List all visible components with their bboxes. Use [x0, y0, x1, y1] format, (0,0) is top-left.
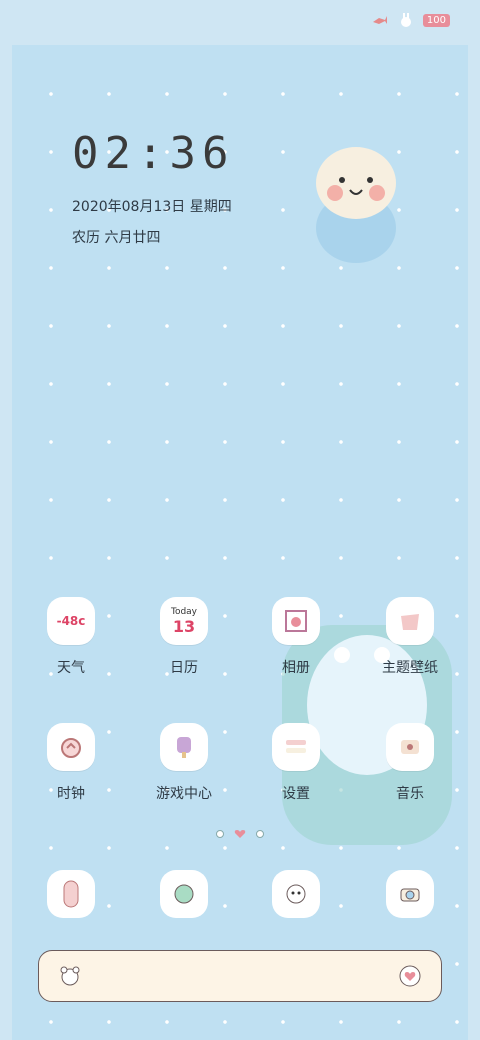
lunar-date-text: 农历 六月廿四 — [72, 230, 161, 246]
dog-sticker-icon — [316, 147, 396, 263]
clock-icon — [47, 723, 95, 771]
weather-badge: -48c — [56, 614, 86, 628]
settings-icon — [272, 723, 320, 771]
app-label: 游戏中心 — [156, 786, 212, 802]
bear-icon — [60, 966, 80, 986]
fish-icon — [372, 16, 387, 24]
calendar-icon: Today 13 — [160, 597, 208, 645]
app-weather[interactable]: -48c 天气 — [31, 597, 111, 677]
calendar-today: Today — [170, 606, 198, 617]
heart-chat-icon[interactable] — [397, 963, 423, 989]
search-bar[interactable] — [38, 950, 442, 1002]
date-text: 2020年08月13日 星期四 — [72, 199, 232, 215]
app-label: 设置 — [282, 786, 310, 802]
app-label: 相册 — [282, 660, 310, 676]
app-clock[interactable]: 时钟 — [31, 723, 111, 803]
battery-badge: 100 — [422, 13, 450, 27]
theme-icon — [386, 597, 434, 645]
bunny-icon — [400, 13, 411, 27]
app-settings[interactable]: 设置 — [256, 723, 336, 803]
dock-messages-icon[interactable] — [160, 870, 208, 918]
app-label: 天气 — [57, 660, 85, 676]
app-music[interactable]: 音乐 — [370, 723, 450, 803]
game-center-icon — [160, 723, 208, 771]
app-label: 日历 — [170, 660, 198, 676]
dock-camera-icon[interactable] — [386, 870, 434, 918]
page-dot[interactable] — [256, 830, 264, 838]
status-bar: 100 — [371, 12, 450, 28]
gallery-icon — [272, 597, 320, 645]
heart-icon[interactable] — [234, 829, 246, 839]
app-label: 主题壁纸 — [382, 660, 438, 676]
app-label: 时钟 — [57, 786, 85, 802]
app-theme[interactable]: 主题壁纸 — [370, 597, 450, 677]
music-icon — [386, 723, 434, 771]
dock-phone-icon[interactable] — [47, 870, 95, 918]
app-gallery[interactable]: 相册 — [256, 597, 336, 677]
app-calendar[interactable]: Today 13 日历 — [144, 597, 224, 677]
app-game-center[interactable]: 游戏中心 — [144, 723, 224, 803]
app-label: 音乐 — [396, 786, 424, 802]
clock-time[interactable]: 02:36 — [72, 128, 234, 179]
calendar-day: 13 — [172, 616, 196, 636]
weather-icon: -48c — [47, 597, 95, 645]
page-indicator — [0, 829, 480, 839]
page-dot[interactable] — [216, 830, 224, 838]
dock-browser-icon[interactable] — [272, 870, 320, 918]
